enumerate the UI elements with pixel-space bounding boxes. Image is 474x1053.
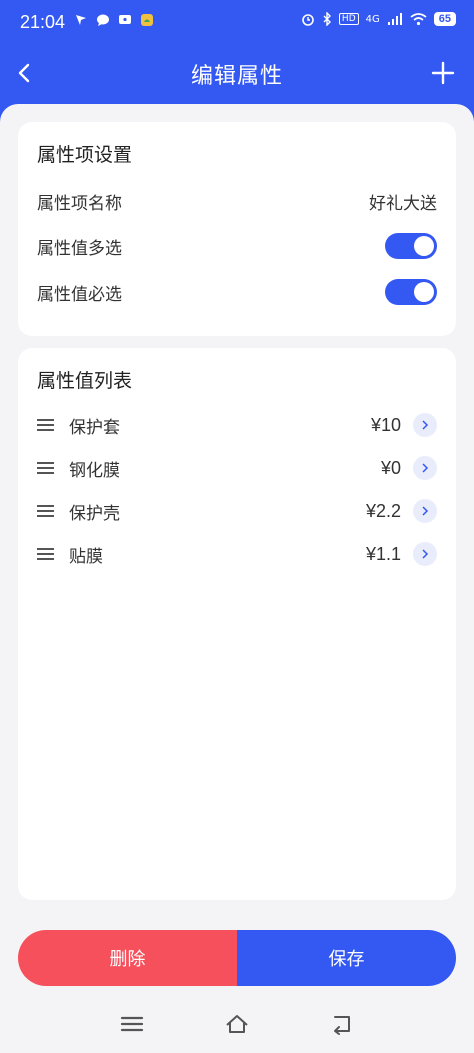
required-label: 属性值必选 bbox=[37, 284, 122, 305]
save-button[interactable]: 保存 bbox=[237, 930, 456, 986]
list-item[interactable]: 保护壳 ¥2.2 bbox=[37, 496, 437, 526]
message-icon bbox=[97, 14, 109, 26]
system-nav-bar bbox=[0, 998, 474, 1053]
item-price: ¥10 bbox=[370, 414, 401, 435]
item-price: ¥2.2 bbox=[365, 500, 401, 521]
header: 编辑属性 bbox=[0, 44, 474, 104]
required-toggle[interactable] bbox=[385, 279, 437, 305]
wifi-icon bbox=[410, 12, 427, 25]
chevron-right-icon[interactable] bbox=[413, 542, 437, 566]
required-row: 属性值必选 bbox=[37, 277, 437, 307]
item-price: ¥1.1 bbox=[365, 543, 401, 564]
drag-handle-icon[interactable] bbox=[37, 504, 54, 518]
item-name: 贴膜 bbox=[69, 546, 103, 567]
drag-handle-icon[interactable] bbox=[37, 418, 54, 432]
chat-icon bbox=[119, 15, 131, 24]
bottom-action-bar: 删除 保存 bbox=[18, 930, 456, 986]
attribute-name-label: 属性项名称 bbox=[37, 193, 122, 214]
item-price: ¥0 bbox=[380, 457, 401, 478]
bluetooth-icon bbox=[323, 12, 331, 26]
status-right: HD 4G 65 bbox=[301, 12, 456, 26]
list-item[interactable]: 贴膜 ¥1.1 bbox=[37, 539, 437, 569]
chevron-right-icon[interactable] bbox=[413, 456, 437, 480]
delete-button[interactable]: 删除 bbox=[18, 930, 237, 986]
drag-handle-icon[interactable] bbox=[37, 461, 54, 475]
signal-icon bbox=[387, 12, 402, 25]
list-item[interactable]: 钢化膜 ¥0 bbox=[37, 453, 437, 483]
page-title: 编辑属性 bbox=[190, 64, 283, 89]
attribute-name-row[interactable]: 属性项名称 好礼大送 bbox=[37, 186, 437, 216]
item-name: 保护壳 bbox=[69, 503, 120, 524]
add-icon[interactable] bbox=[428, 58, 458, 88]
hd-badge: HD bbox=[338, 13, 359, 25]
attribute-name-value[interactable]: 好礼大送 bbox=[369, 189, 437, 214]
notification-icons bbox=[74, 13, 154, 27]
network-label: 4G bbox=[365, 13, 380, 25]
multi-select-toggle[interactable] bbox=[385, 233, 437, 259]
settings-title: 属性项设置 bbox=[37, 144, 133, 166]
status-time: 21:04 bbox=[20, 12, 66, 32]
battery-indicator: 65 bbox=[433, 12, 456, 26]
attribute-settings-card: 属性项设置 属性项名称 好礼大送 属性值多选 属性值必选 bbox=[18, 122, 456, 336]
status-bar: 21:04 HD 4G 65 bbox=[0, 0, 474, 44]
values-title: 属性值列表 bbox=[37, 370, 133, 392]
menu-icon[interactable] bbox=[119, 1012, 145, 1036]
android-icon bbox=[141, 14, 153, 26]
chevron-right-icon[interactable] bbox=[413, 413, 437, 437]
home-icon[interactable] bbox=[224, 1012, 250, 1036]
multi-select-label: 属性值多选 bbox=[37, 238, 122, 259]
alarm-icon bbox=[302, 14, 314, 26]
drag-handle-icon[interactable] bbox=[37, 547, 54, 561]
multi-select-row: 属性值多选 bbox=[37, 231, 437, 261]
app-notification-icon bbox=[76, 15, 86, 25]
chevron-right-icon[interactable] bbox=[413, 499, 437, 523]
item-name: 保护套 bbox=[69, 417, 120, 438]
content-area: 属性项设置 属性项名称 好礼大送 属性值多选 属性值必选 属性值列表 保护套 ¥… bbox=[0, 104, 474, 998]
back-nav-icon[interactable] bbox=[329, 1012, 355, 1036]
item-name: 钢化膜 bbox=[69, 460, 120, 481]
list-item[interactable]: 保护套 ¥10 bbox=[37, 410, 437, 440]
attribute-values-card: 属性值列表 保护套 ¥10 钢化膜 ¥0 保护壳 ¥2.2 贴膜 ¥1.1 bbox=[18, 348, 456, 900]
